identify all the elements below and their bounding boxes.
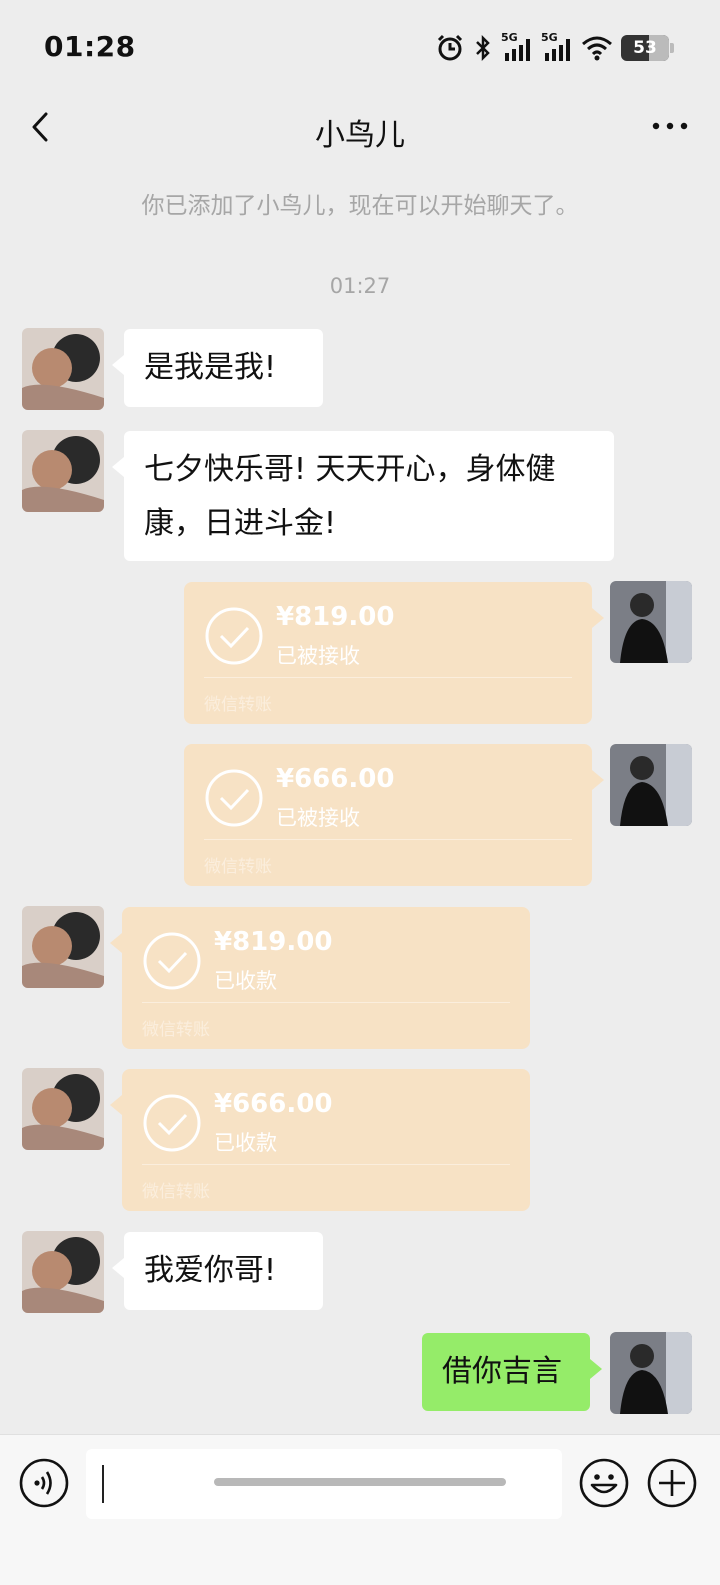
contact-avatar[interactable] (22, 430, 104, 512)
status-icons: 5G 5G 53 (435, 31, 674, 64)
message-text: 借你吉言 (442, 1354, 562, 1389)
user-avatar[interactable] (610, 1332, 692, 1414)
battery-tip (670, 43, 674, 53)
battery-icon: 53 (621, 35, 669, 61)
message-text: 七夕快乐哥! 天天开心，身体健康，日进斗金! (144, 452, 556, 541)
user-avatar[interactable] (610, 744, 692, 826)
check-circle-icon (205, 769, 263, 827)
transfer-amount: ¥666.00 (214, 1089, 333, 1119)
message-timestamp: 01:27 (329, 274, 391, 298)
transfer-card[interactable]: ¥819.00 已收款 微信转账 (110, 907, 530, 1049)
own-message-bubble[interactable]: 借你吉言 (422, 1333, 602, 1411)
divider (204, 839, 572, 840)
divider (142, 1164, 510, 1165)
check-circle-icon (143, 1094, 201, 1152)
check-circle-icon (205, 607, 263, 665)
transfer-card[interactable]: ¥666.00 已收款 微信转账 (110, 1069, 530, 1211)
more-dots-icon[interactable] (648, 110, 692, 142)
signal-icon (545, 39, 570, 61)
transfer-status: 已被接收 (276, 644, 360, 668)
signal-2: 5G (541, 31, 573, 63)
chat-title: 小鸟儿 (315, 118, 405, 153)
contact-avatar[interactable] (22, 1231, 104, 1313)
message-bubble[interactable]: 是我是我! (112, 329, 323, 407)
contact-avatar[interactable] (22, 906, 104, 988)
contact-avatar[interactable] (22, 1068, 104, 1150)
transfer-amount: ¥666.00 (276, 764, 395, 794)
divider (204, 677, 572, 678)
signal-1: 5G (501, 31, 533, 63)
transfer-label: 微信转账 (204, 695, 272, 715)
transfer-card[interactable]: ¥819.00 已被接收 微信转账 (184, 582, 604, 724)
transfer-amount: ¥819.00 (214, 927, 333, 957)
transfer-label: 微信转账 (204, 857, 272, 877)
emoji-icon[interactable] (578, 1457, 630, 1509)
text-caret (102, 1465, 104, 1503)
transfer-status: 已收款 (214, 1131, 277, 1155)
transfer-card[interactable]: ¥666.00 已被接收 微信转账 (184, 744, 604, 886)
user-avatar[interactable] (610, 581, 692, 663)
voice-icon[interactable] (18, 1457, 70, 1509)
home-indicator[interactable] (214, 1478, 506, 1486)
transfer-status: 已被接收 (276, 806, 360, 830)
transfer-amount: ¥819.00 (276, 602, 395, 632)
transfer-status: 已收款 (214, 969, 277, 993)
message-bubble[interactable]: 我爱你哥! (112, 1232, 323, 1310)
signal-icon (505, 39, 530, 61)
wifi-icon (582, 36, 612, 61)
battery-level: 53 (633, 38, 657, 58)
check-circle-icon (143, 932, 201, 990)
plus-icon[interactable] (646, 1457, 698, 1509)
status-bar: 01:28 5G 5G 53 (0, 0, 720, 96)
status-time: 01:28 (44, 30, 136, 63)
input-bar (0, 1434, 720, 1585)
alarm-icon (437, 34, 463, 61)
bluetooth-icon (476, 34, 490, 62)
message-text: 是我是我! (144, 350, 277, 385)
transfer-label: 微信转账 (142, 1182, 210, 1202)
contact-avatar[interactable] (22, 328, 104, 410)
message-text: 我爱你哥! (144, 1253, 277, 1288)
message-bubble[interactable]: 七夕快乐哥! 天天开心，身体健康，日进斗金! (112, 431, 614, 561)
divider (142, 1002, 510, 1003)
system-message: 你已添加了小鸟儿，现在可以开始聊天了。 (141, 193, 579, 219)
chat-header: 小鸟儿 (0, 96, 720, 166)
transfer-label: 微信转账 (142, 1020, 210, 1040)
